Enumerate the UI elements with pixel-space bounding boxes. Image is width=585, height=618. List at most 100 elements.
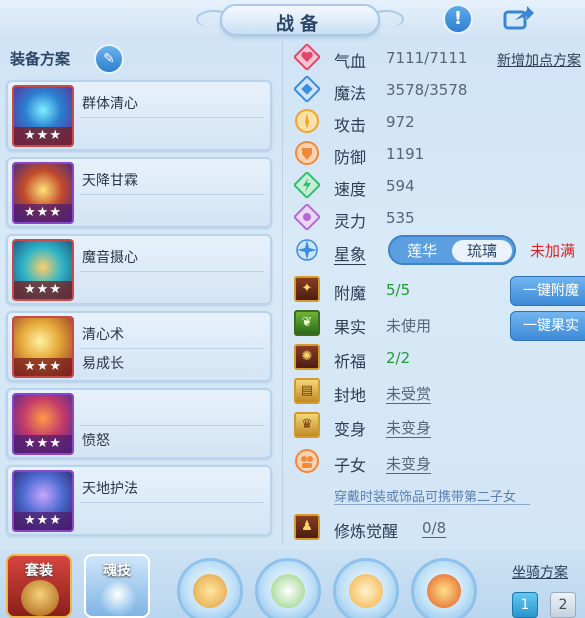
one-click-fruit-button[interactable]: 一键果实 [510, 311, 585, 341]
star-rating: ★★★ [14, 127, 72, 145]
stat-label-hp: 气血 [334, 52, 367, 71]
plan-name: 清心术 [82, 327, 124, 343]
constellation-toggle[interactable]: 莲华 琉璃 [388, 235, 516, 265]
skill-portrait: ★★★ [12, 316, 74, 378]
tab-soul-skill[interactable]: 魂技 [84, 554, 150, 618]
skill-slot[interactable] [177, 558, 243, 618]
share-icon [503, 6, 534, 30]
stat-label-speed: 速度 [334, 180, 367, 199]
spirit-icon [294, 204, 320, 230]
page-title: 战备 [276, 14, 324, 35]
skill-portrait: ★★★ [12, 162, 74, 224]
plan-name: 魔音摄心 [82, 250, 138, 266]
add-points-plan-link[interactable]: 新增加点方案 [497, 50, 581, 70]
equipment-plan-card[interactable]: ★★★ 清心术 易成长 [6, 311, 272, 382]
star-rating: ★★★ [14, 204, 72, 222]
stat-label-spirit: 灵力 [334, 212, 367, 231]
star-compass-icon [296, 239, 318, 261]
tab-set-label: 套装 [25, 563, 53, 579]
divider [80, 117, 264, 118]
constellation-label[interactable]: 星象 [334, 241, 366, 265]
skill-slot[interactable] [255, 558, 321, 618]
stat-value-attack: 972 [386, 113, 415, 131]
cultivation-icon: ♟ [294, 514, 320, 540]
burst-icon [427, 574, 461, 608]
exclamation-icon: ! [453, 8, 463, 29]
transform-label: 变身 [334, 420, 367, 439]
stat-label-mp: 魔法 [334, 84, 367, 103]
equipment-plan-card[interactable]: ★★★ 群体清心 [6, 80, 272, 151]
stat-value-mp: 3578/3578 [386, 81, 468, 99]
share-button[interactable] [502, 4, 536, 34]
hint-underline [334, 504, 530, 505]
mount-slot-1[interactable]: 1 [512, 592, 538, 618]
sword-icon [295, 109, 319, 133]
divider [80, 348, 264, 349]
enchant-label: 附魔 [334, 284, 367, 303]
one-click-enchant-button[interactable]: 一键附魔 [510, 276, 585, 306]
info-button[interactable]: ! [443, 4, 473, 34]
wing-icon [99, 580, 137, 616]
enchant-value: 5/5 [386, 281, 411, 299]
constellation-status: 未加满 [530, 242, 576, 260]
dancer-icon [193, 574, 227, 608]
stat-label-attack: 攻击 [334, 116, 367, 135]
edit-plans-button[interactable]: ✎ [94, 44, 124, 74]
star-rating: ★★★ [14, 435, 72, 453]
mount-plan-label[interactable]: 坐骑方案 [512, 562, 568, 582]
equipment-plan-card[interactable]: ★★★ 天降甘霖 [6, 157, 272, 228]
constellation-option-lianhua[interactable]: 莲华 [392, 240, 452, 262]
children-label: 子女 [334, 456, 367, 475]
cultivation-value[interactable]: 0/8 [422, 519, 446, 537]
fruit-icon: ❦ [294, 310, 320, 336]
equipment-plans-title: 装备方案 [10, 50, 71, 68]
plan-subname: 易成长 [82, 356, 124, 372]
transform-value[interactable]: 未变身 [386, 417, 431, 438]
equipment-plan-card[interactable]: ★★★ 魔音摄心 [6, 234, 272, 305]
blessing-value: 2/2 [386, 349, 411, 367]
equipment-plan-card[interactable]: ★★★ 愤怒 [6, 388, 272, 459]
mount-slot-2[interactable]: 2 [550, 592, 576, 618]
skill-portrait: ★★★ [12, 470, 74, 532]
skill-slot[interactable] [411, 558, 477, 618]
heart-icon [294, 44, 320, 70]
skill-portrait: ★★★ [12, 85, 74, 147]
equipment-plan-card[interactable]: ★★★ 天地护法 [6, 465, 272, 536]
blessing-icon: ✺ [294, 344, 320, 370]
children-hint[interactable]: 穿戴时装或饰品可携带第二子女 [334, 486, 516, 505]
fist-icon [349, 574, 383, 608]
skill-portrait: ★★★ [12, 393, 74, 455]
stat-value-hp: 7111/7111 [386, 49, 468, 67]
plan-name: 天地护法 [82, 481, 138, 497]
star-rating: ★★★ [14, 281, 72, 299]
fruit-value: 未使用 [386, 317, 432, 335]
stat-value-speed: 594 [386, 177, 415, 195]
tab-soul-label: 魂技 [103, 563, 131, 579]
children-icon [295, 449, 319, 473]
plan-subname: 愤怒 [82, 433, 110, 449]
children-value[interactable]: 未变身 [386, 453, 431, 474]
blessing-label: 祈福 [334, 352, 367, 371]
transform-icon: ♛ [294, 412, 320, 438]
skill-slot[interactable] [333, 558, 399, 618]
treasure-icon [21, 580, 59, 616]
fruit-label: 果实 [334, 318, 367, 337]
shield-icon [295, 141, 319, 165]
title-plate: 战备 [220, 4, 380, 36]
enchant-icon: ✦ [294, 276, 320, 302]
constellation-option-liuli[interactable]: 琉璃 [452, 240, 512, 262]
fief-label: 封地 [334, 386, 367, 405]
lightning-icon [294, 172, 320, 198]
skill-portrait: ★★★ [12, 239, 74, 301]
mana-diamond-icon [294, 76, 320, 102]
fief-value[interactable]: 未受赏 [386, 383, 431, 404]
divider [80, 425, 264, 426]
panel-divider [282, 40, 283, 545]
fief-icon: ▤ [294, 378, 320, 404]
cultivation-label: 修炼觉醒 [334, 522, 399, 541]
plan-name: 天降甘霖 [82, 173, 138, 189]
tab-set[interactable]: 套装 [6, 554, 72, 618]
star-rating: ★★★ [14, 512, 72, 530]
pencil-icon: ✎ [103, 51, 115, 67]
divider [80, 502, 264, 503]
